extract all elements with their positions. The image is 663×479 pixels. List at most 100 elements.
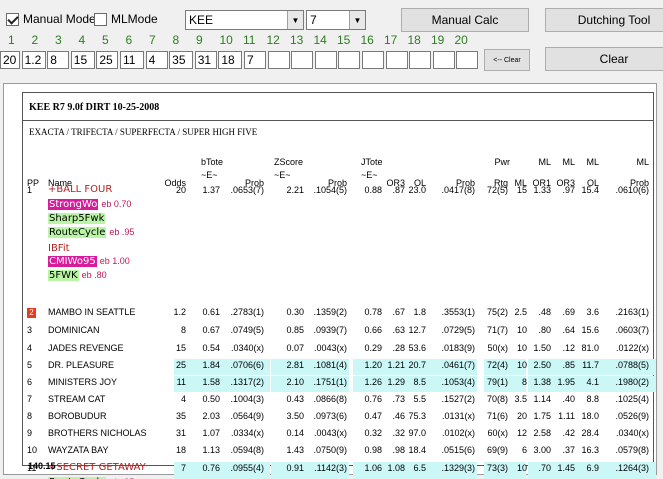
- cell-or3: .63: [392, 325, 405, 335]
- odds-input-7[interactable]: 4: [145, 51, 168, 69]
- cell-mlol: 15.6: [581, 325, 599, 335]
- cell-mlprob: .0788(5): [615, 360, 649, 370]
- track-select[interactable]: KEE ▼: [185, 10, 304, 30]
- cell-zscore: 0.85: [286, 325, 304, 335]
- cell-jtote: 1.26: [364, 377, 382, 387]
- mlmode-check-box[interactable]: [94, 12, 107, 26]
- odds-input-11[interactable]: 7: [243, 51, 266, 69]
- cell-btote: 0.50: [202, 394, 220, 404]
- cell-mlor1: 1.38: [533, 377, 551, 387]
- cell-ml: 3.5: [514, 394, 527, 404]
- race-select[interactable]: 7 ▼: [306, 10, 366, 30]
- manual-mode-checkbox[interactable]: Manual Mode: [6, 12, 96, 26]
- cell-prob: .0729(5): [441, 325, 475, 335]
- cell-pp: 10: [27, 445, 38, 455]
- cell-prob: .0102(x): [441, 428, 475, 438]
- cell-jtote: 0.98: [364, 445, 382, 455]
- cell-btote: 0.54: [202, 343, 220, 353]
- odds-input-13[interactable]: [291, 51, 314, 69]
- cell-ol: 20.7: [408, 360, 426, 370]
- cell-prob: .1142(3): [314, 463, 347, 473]
- cell-odds: 7: [180, 463, 186, 473]
- cell-prob: .1317(2): [230, 377, 264, 387]
- race-title: KEE R7 9.0f DIRT 10-25-2008: [23, 93, 653, 121]
- wager-types: EXACTA / TRIFECTA / SUPERFECTA / SUPER H…: [29, 127, 258, 137]
- signal-tag: StrongWo: [48, 199, 99, 210]
- cell-btote: 1.84: [202, 360, 220, 370]
- cell-prob: .0340(x): [230, 343, 264, 353]
- odds-input-5[interactable]: 25: [96, 51, 119, 69]
- post-number-label: 8: [172, 33, 180, 47]
- cell-odds: 1.2: [173, 307, 186, 317]
- odds-input-15[interactable]: [338, 51, 361, 69]
- odds-input-12[interactable]: [267, 51, 290, 69]
- cell-mlor1: 1.50: [533, 343, 551, 353]
- cell-or3: .46: [392, 411, 405, 421]
- mlmode-checkbox[interactable]: MLMode: [94, 12, 158, 26]
- odds-input-8[interactable]: 35: [169, 51, 194, 69]
- cell-mlor1: 1.14: [533, 394, 551, 404]
- manual-mode-check-box[interactable]: [6, 12, 19, 26]
- cell-pwr: 79(1): [486, 377, 508, 387]
- odds-input-10[interactable]: 18: [218, 51, 243, 69]
- cell-mlprob: .0526(9): [615, 411, 649, 421]
- signal-tag-suffix: eb .80: [81, 270, 107, 280]
- odds-input-2[interactable]: 1.2: [21, 51, 46, 69]
- cell-prob: .0594(8): [230, 445, 264, 455]
- cell-mlor1: .80: [538, 325, 551, 335]
- cell-zscore: 0.91: [286, 463, 304, 473]
- col-header: ML: [538, 157, 551, 167]
- cell-mlor3: .37: [562, 445, 575, 455]
- cell-name: STREAM CAT: [48, 394, 106, 404]
- signal-tag-line: StrongWo eb 0.70: [48, 199, 131, 210]
- cell-prob: .0749(5): [230, 325, 264, 335]
- odds-input-4[interactable]: 15: [70, 51, 95, 69]
- col-header: ~E~: [201, 170, 218, 180]
- cell-mlprob: .1264(3): [615, 463, 649, 473]
- cell-mlol: 6.9: [586, 463, 599, 473]
- cell-mlor3: .40: [562, 394, 575, 404]
- cell-ol: 97.0: [408, 428, 426, 438]
- post-number-label: 3: [55, 33, 62, 47]
- odds-input-19[interactable]: [432, 51, 455, 69]
- chevron-down-icon[interactable]: ▼: [287, 11, 303, 29]
- odds-input-1[interactable]: 20: [0, 51, 20, 69]
- post-number-label: 2: [31, 33, 39, 47]
- odds-input-9[interactable]: 31: [194, 51, 217, 69]
- cell-pwr: 75(2): [486, 307, 508, 317]
- post-number-label: 11: [243, 33, 256, 47]
- clear-inputs-button[interactable]: <-- Clear: [484, 49, 530, 71]
- manual-calc-button[interactable]: Manual Calc: [401, 8, 529, 32]
- cell-pp: 6: [27, 377, 33, 387]
- odds-input-14[interactable]: [314, 51, 337, 69]
- odds-input-16[interactable]: [361, 51, 384, 69]
- cell-pwr: 71(7): [486, 325, 508, 335]
- cell-name: JADES REVENGE: [48, 343, 124, 353]
- odds-input-18[interactable]: [409, 51, 432, 69]
- odds-input-20[interactable]: [456, 51, 479, 69]
- post-number-label: 20: [454, 33, 468, 47]
- odds-input-17[interactable]: [385, 51, 408, 69]
- cell-name: +BALL FOUR: [48, 184, 112, 195]
- clear-button[interactable]: Clear: [545, 47, 663, 71]
- cell-prob: .0866(8): [313, 394, 347, 404]
- signal-tag-line: 5FWK eb .80: [48, 270, 107, 281]
- cell-mlor1: .48: [538, 307, 551, 317]
- odds-input-6[interactable]: 11: [119, 51, 144, 69]
- dutching-tool-button[interactable]: Dutching Tool: [545, 8, 663, 32]
- race-report: KEE R7 9.0f DIRT 10-25-2008 EXACTA / TRI…: [22, 92, 656, 479]
- cell-odds: 15: [175, 343, 186, 353]
- chevron-down-icon[interactable]: ▼: [349, 11, 365, 29]
- cell-pp: 9: [27, 428, 33, 438]
- cell-pp: 8: [27, 411, 33, 421]
- cell-mlor3: 1.11: [558, 411, 575, 421]
- cell-pwr: 60(x): [487, 428, 508, 438]
- cell-prob: .0750(9): [313, 445, 347, 455]
- cell-mlprob: .0603(7): [615, 325, 649, 335]
- odds-input-3[interactable]: 8: [47, 51, 70, 69]
- cell-ol: 6.5: [413, 463, 426, 473]
- cell-mlor3: 1.95: [557, 377, 575, 387]
- cell-prob: .0653(7): [230, 185, 264, 195]
- cell-odds: 31: [175, 428, 186, 438]
- post-number-label: 10: [219, 33, 233, 47]
